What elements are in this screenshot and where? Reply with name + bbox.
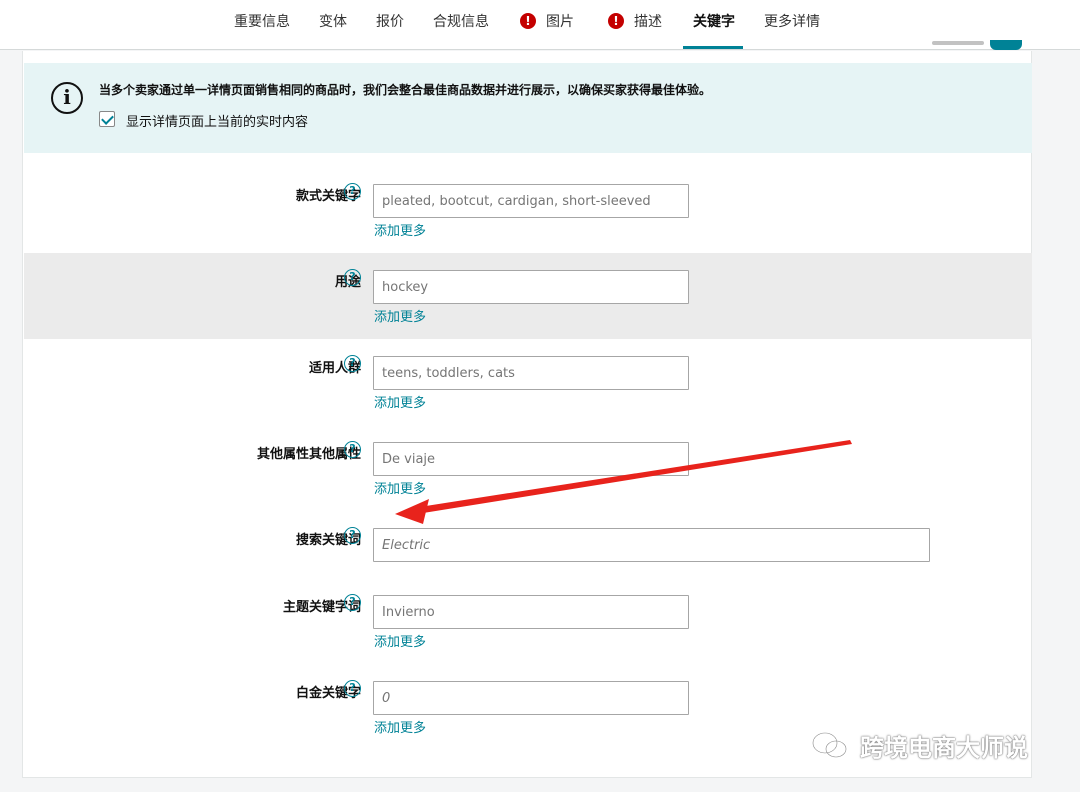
target-audience-input[interactable]	[373, 356, 689, 390]
tab-bar: 重要信息 变体 报价 合规信息 ! 图片 ! 描述 关键字 更多详情	[0, 0, 1080, 50]
style-keywords-input[interactable]	[373, 184, 689, 218]
subject-keywords-input[interactable]	[373, 595, 689, 629]
advanced-view-toggle[interactable]	[990, 40, 1022, 50]
tab-keywords[interactable]: 关键字	[683, 0, 743, 49]
field-row-usage: 用途 ? 添加更多	[24, 253, 1032, 339]
field-row-other-attributes: 其他属性其他属性 ? 添加更多	[24, 425, 1032, 511]
add-more-link[interactable]: 添加更多	[374, 306, 426, 325]
info-banner: i 当多个卖家通过单一详情页面销售相同的商品时，我们会整合最佳商品数据并进行展示…	[24, 63, 1032, 153]
field-row-target-audience: 适用人群 ? 添加更多	[24, 339, 1032, 425]
add-more-link[interactable]: 添加更多	[374, 717, 426, 736]
info-icon: i	[51, 82, 83, 114]
toggle-label-cropped	[932, 41, 984, 45]
tab-more-details[interactable]: 更多详情	[764, 0, 820, 48]
help-icon[interactable]: ?	[344, 183, 361, 200]
other-attributes-input[interactable]	[373, 442, 689, 476]
tab-compliance[interactable]: 合规信息	[433, 0, 489, 48]
help-icon[interactable]: ?	[344, 527, 361, 544]
help-icon[interactable]: ?	[344, 441, 361, 458]
show-live-content-checkbox[interactable]	[99, 111, 115, 127]
wechat-icon	[811, 731, 848, 759]
alert-icon: !	[608, 12, 624, 29]
usage-input[interactable]	[373, 270, 689, 304]
watermark-text: 跨境电商大师说	[860, 733, 1028, 762]
field-row-subject-keywords: 主题关键字词 ? 添加更多	[24, 578, 1032, 664]
search-terms-input[interactable]	[373, 528, 930, 562]
add-more-link[interactable]: 添加更多	[374, 220, 426, 239]
field-row-style-keywords: 款式关键字 ? 添加更多	[24, 167, 1032, 253]
tab-offer[interactable]: 报价	[376, 0, 404, 48]
help-icon[interactable]: ?	[344, 269, 361, 286]
add-more-link[interactable]: 添加更多	[374, 478, 426, 497]
add-more-link[interactable]: 添加更多	[374, 392, 426, 411]
tab-description[interactable]: ! 描述	[608, 0, 662, 48]
help-icon[interactable]: ?	[344, 355, 361, 372]
tab-important-info[interactable]: 重要信息	[234, 0, 290, 48]
help-icon[interactable]: ?	[344, 594, 361, 611]
alert-icon: !	[520, 12, 536, 29]
add-more-link[interactable]: 添加更多	[374, 631, 426, 650]
info-message: 当多个卖家通过单一详情页面销售相同的商品时，我们会整合最佳商品数据并进行展示，以…	[99, 83, 712, 97]
keywords-panel: i 当多个卖家通过单一详情页面销售相同的商品时，我们会整合最佳商品数据并进行展示…	[22, 51, 1032, 778]
show-live-content-label[interactable]: 显示详情页面上当前的实时内容	[126, 111, 308, 130]
tab-variations[interactable]: 变体	[319, 0, 347, 48]
tab-images[interactable]: ! 图片	[520, 0, 574, 48]
watermark: 跨境电商大师说	[810, 728, 1028, 762]
platinum-keywords-input[interactable]	[373, 681, 689, 715]
help-icon[interactable]: ?	[344, 680, 361, 697]
